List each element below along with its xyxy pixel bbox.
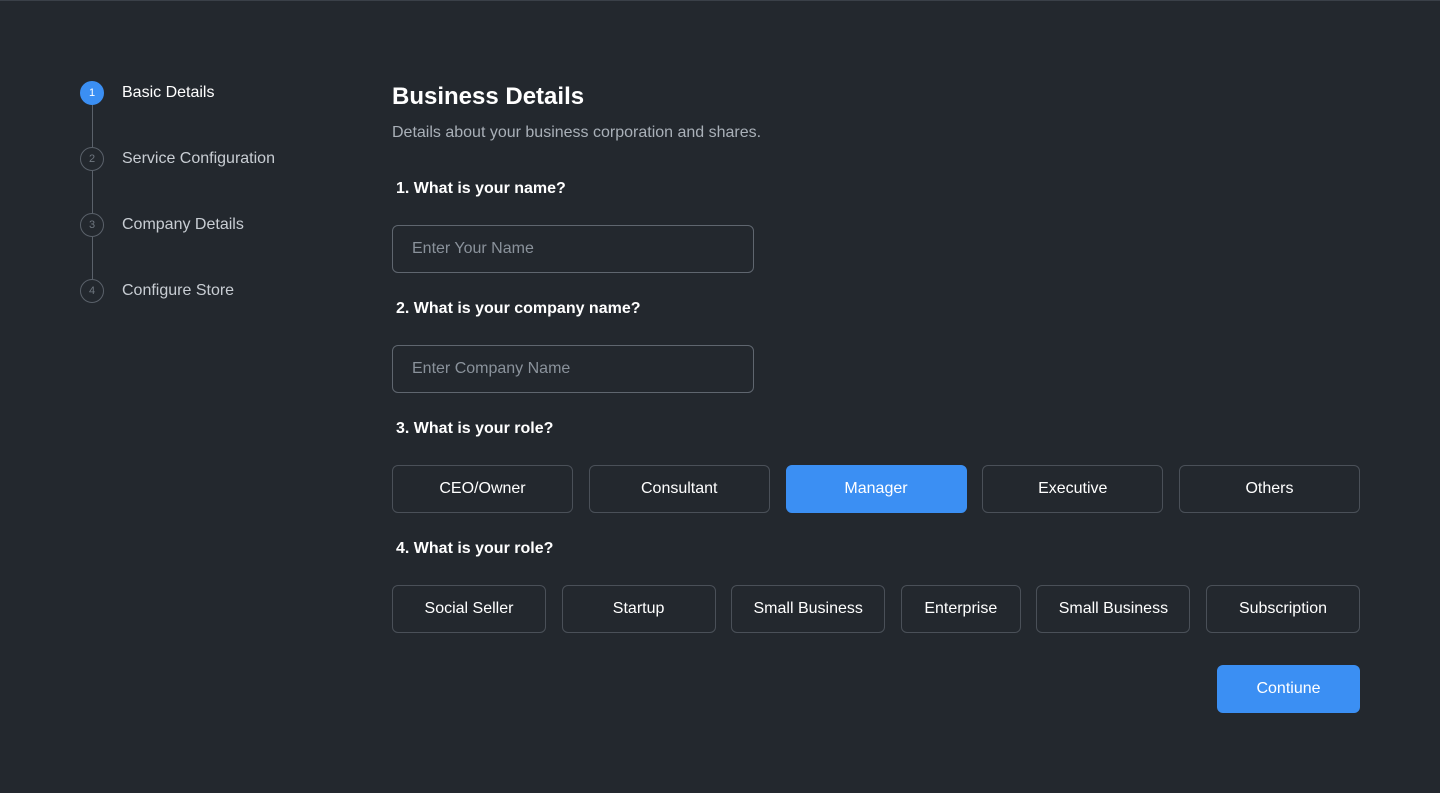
type-option-small-business[interactable]: Small Business bbox=[731, 585, 886, 633]
step-number-3: 3 bbox=[80, 213, 104, 237]
type-option-startup[interactable]: Startup bbox=[561, 585, 716, 633]
step-label: Company Details bbox=[122, 216, 244, 233]
role-option-executive[interactable]: Executive bbox=[982, 465, 1164, 513]
step-number-2: 2 bbox=[80, 147, 104, 171]
step-label: Service Configuration bbox=[122, 150, 275, 167]
step-basic-details[interactable]: 1 Basic Details bbox=[80, 81, 340, 147]
step-label: Basic Details bbox=[122, 84, 215, 101]
step-configure-store[interactable]: 4 Configure Store bbox=[80, 279, 340, 345]
page-subtitle: Details about your business corporation … bbox=[392, 124, 762, 141]
company-name-input[interactable] bbox=[392, 345, 754, 393]
question-role-2-label: 4. What is your role? bbox=[396, 540, 554, 557]
role-option-consultant[interactable]: Consultant bbox=[588, 465, 770, 513]
role-option-manager[interactable]: Manager bbox=[785, 465, 967, 513]
step-service-configuration[interactable]: 2 Service Configuration bbox=[80, 147, 340, 213]
question-company-label: 2. What is your company name? bbox=[396, 300, 641, 317]
step-number-4: 4 bbox=[80, 279, 104, 303]
role-option-ceo-owner[interactable]: CEO/Owner bbox=[392, 465, 573, 513]
type-option-subscription[interactable]: Subscription bbox=[1205, 585, 1360, 633]
step-connector bbox=[92, 171, 93, 213]
type-option-social-seller[interactable]: Social Seller bbox=[392, 585, 546, 633]
type-option-enterprise[interactable]: Enterprise bbox=[900, 585, 1021, 633]
page-title: Business Details bbox=[392, 83, 585, 110]
name-input[interactable] bbox=[392, 225, 754, 273]
question-name-label: 1. What is your name? bbox=[396, 180, 566, 197]
step-number-1: 1 bbox=[80, 81, 104, 105]
step-connector bbox=[92, 105, 93, 147]
continue-button[interactable]: Contiune bbox=[1217, 665, 1360, 713]
business-type-options: Social Seller Startup Small Business Ent… bbox=[392, 585, 1360, 633]
step-label: Configure Store bbox=[122, 282, 235, 299]
role-options: CEO/Owner Consultant Manager Executive O… bbox=[392, 465, 1360, 513]
business-details-form: Business Details Details about your busi… bbox=[392, 81, 1360, 713]
type-option-small-business-2[interactable]: Small Business bbox=[1036, 585, 1191, 633]
question-role-label: 3. What is your role? bbox=[396, 420, 554, 437]
step-connector bbox=[92, 237, 93, 279]
stepper: 1 Basic Details 2 Service Configuration … bbox=[80, 81, 340, 345]
role-option-others[interactable]: Others bbox=[1179, 465, 1360, 513]
step-company-details[interactable]: 3 Company Details bbox=[80, 213, 340, 279]
